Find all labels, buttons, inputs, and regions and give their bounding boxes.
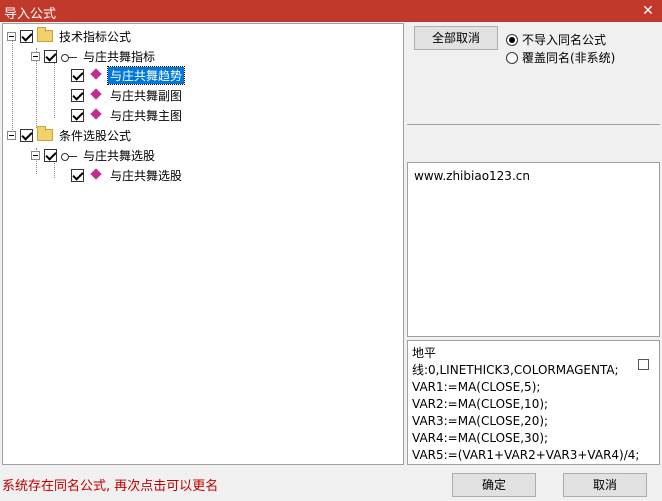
tree-node-label: 与庄共舞选股 [83,148,156,163]
code-line: VAR5:=(VAR1+VAR2+VAR3+VAR4)/4; [412,448,640,462]
tree-node-label: 与庄共舞主图 [110,108,183,123]
checkbox[interactable] [71,88,84,102]
tree-line [54,58,55,118]
key-icon [61,149,77,161]
code-line: 线:0,LINETHICK3,COLORMAGENTA; [412,363,619,377]
radio-label: 不导入同名公式 [522,33,607,47]
tree-node-item[interactable]: 与庄共舞主图 [71,106,184,124]
tree-line [12,38,13,134]
separator [407,124,660,158]
tree-node-label: 与庄共舞副图 [110,88,183,103]
formula-tree[interactable]: 技术指标公式 与庄共舞指标 与庄共舞趋势 与庄共舞副图 与庄共舞主图 条件选股公… [2,23,404,465]
code-checkbox[interactable] [638,359,649,370]
key-icon [61,50,77,62]
radio-dot[interactable] [506,33,518,46]
collapse-icon[interactable] [31,51,40,61]
tree-node-group[interactable]: 与庄共舞指标 [31,47,157,65]
title-bar: 导入公式 ✕ [0,0,662,22]
gem-icon [88,89,104,101]
code-line: VAR2:=MA(CLOSE,10); [412,397,549,411]
gem-icon [88,169,104,181]
code-line: VAR1:=MA(CLOSE,5); [412,380,541,394]
radio-dot[interactable] [506,51,518,64]
checkbox[interactable] [44,148,57,162]
tree-node-label: 与庄共舞指标 [83,49,156,64]
tree-node-label: 技术指标公式 [59,29,132,44]
code-line: VAR3:=MA(CLOSE,20); [412,414,549,428]
checkbox[interactable] [44,49,57,63]
info-panel: www.zhibiao123.cn [407,162,660,337]
folder-icon [37,126,53,141]
collapse-icon[interactable] [31,150,40,160]
tree-node-root[interactable]: 条件选股公式 [7,126,133,144]
code-line: VAR4:=MA(CLOSE,30); [412,431,549,445]
code-line: 地平 [412,346,437,360]
ok-button[interactable]: 确定 [452,473,536,497]
cancel-button[interactable]: 取消 [563,473,647,497]
checkbox[interactable] [71,108,84,122]
tree-node-label: 与庄共舞选股 [110,168,183,183]
tree-node-label: 与庄共舞趋势 [106,65,186,85]
gem-icon [88,69,104,81]
tree-node-item[interactable]: 与庄共舞趋势 [71,65,186,85]
tree-node-root[interactable]: 技术指标公式 [7,27,133,45]
checkbox[interactable] [71,68,84,82]
collapse-icon[interactable] [7,130,16,140]
tree-node-item[interactable]: 与庄共舞副图 [71,86,184,104]
folder-icon [37,27,53,42]
cancel-all-button[interactable]: 全部取消 [414,26,498,50]
radio-overwrite[interactable]: 覆盖同名(非系统) [506,49,615,66]
radio-skip-duplicates[interactable]: 不导入同名公式 [506,31,606,48]
close-icon[interactable]: ✕ [634,0,662,22]
status-message: 系统存在同名公式, 再次点击可以更名 [2,479,219,494]
tree-node-label: 条件选股公式 [59,128,132,143]
window-title: 导入公式 [4,7,57,22]
collapse-icon[interactable] [7,31,16,41]
gem-icon [88,109,104,121]
tree-node-item[interactable]: 与庄共舞选股 [71,166,184,184]
radio-label: 覆盖同名(非系统) [522,51,616,65]
tree-node-group[interactable]: 与庄共舞选股 [31,146,157,164]
checkbox[interactable] [71,168,84,182]
checkbox[interactable] [20,128,33,142]
info-url: www.zhibiao123.cn [414,169,530,183]
checkbox[interactable] [20,29,33,43]
formula-code-box[interactable]: 地平 线:0,LINETHICK3,COLORMAGENTA; VAR1:=MA… [407,340,660,465]
